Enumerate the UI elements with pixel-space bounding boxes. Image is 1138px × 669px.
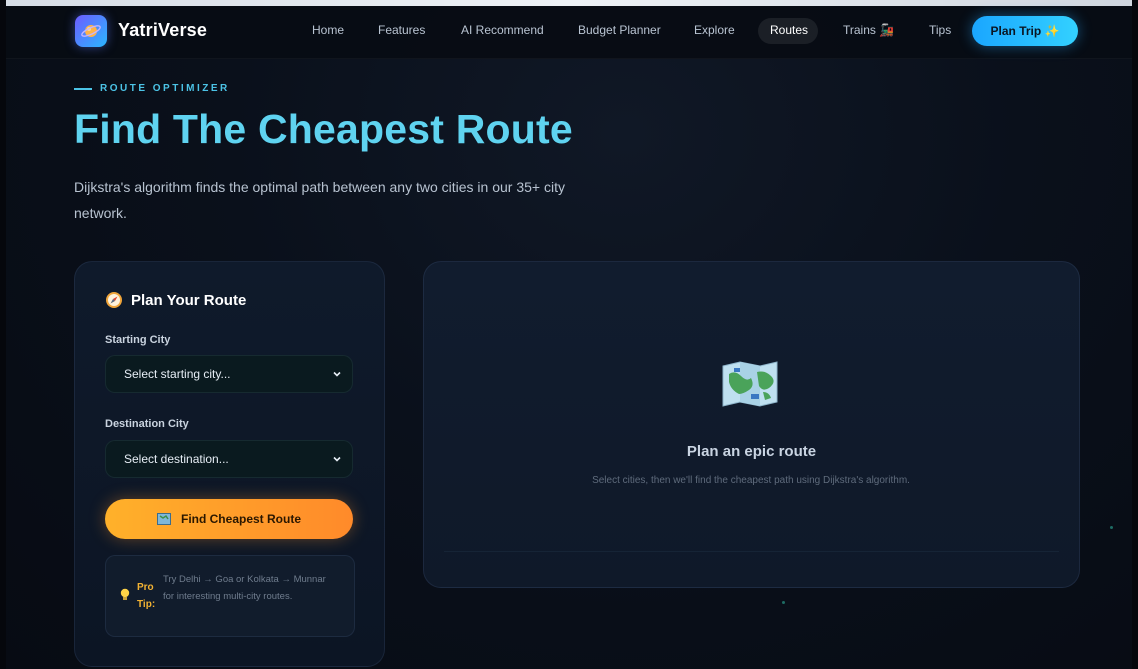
planner-title: Plan Your Route: [105, 291, 246, 309]
section-eyebrow: ROUTE OPTIMIZER: [74, 83, 230, 94]
map-icon: [156, 513, 171, 525]
pro-tip-text: Try Delhi → Goa or Kolkata → Munnar for …: [163, 574, 326, 602]
chevron-down-icon: [333, 456, 341, 462]
find-route-label: Find Cheapest Route: [180, 512, 301, 526]
app-frame: YatriVerse Home Features AI Recommend Bu…: [6, 0, 1132, 669]
nav-budget-planner[interactable]: Budget Planner: [578, 23, 661, 37]
destination-city-label: Destination City: [105, 418, 189, 430]
destination-city-value: Select destination...: [124, 452, 229, 466]
pro-tip-box: Pro Tip: Try Delhi → Goa or Kolkata → Mu…: [105, 555, 355, 637]
eyebrow-text: ROUTE OPTIMIZER: [100, 83, 230, 94]
decorative-dot: [782, 601, 785, 604]
planner-title-text: Plan Your Route: [131, 291, 247, 309]
nav-trains[interactable]: Trains 🚂: [843, 23, 894, 37]
compass-icon: [106, 292, 122, 308]
nav-features[interactable]: Features: [378, 23, 425, 37]
panel-divider: [444, 551, 1059, 552]
navbar: YatriVerse Home Features AI Recommend Bu…: [6, 6, 1132, 59]
nav-explore[interactable]: Explore: [694, 23, 735, 37]
eyebrow-dash: [74, 87, 92, 90]
decorative-dot: [1110, 526, 1113, 529]
nav-ai-recommend[interactable]: AI Recommend: [461, 23, 544, 37]
lightbulb-icon: [120, 588, 130, 600]
brand-name[interactable]: YatriVerse: [118, 20, 207, 41]
planet-logo-icon[interactable]: [75, 15, 107, 47]
page-description: Dijkstra's algorithm finds the optimal p…: [74, 179, 565, 221]
starting-city-select[interactable]: Select starting city...: [105, 355, 353, 393]
nav-home[interactable]: Home: [312, 23, 344, 37]
nav-tips[interactable]: Tips: [929, 23, 951, 37]
empty-state-title: Plan an epic route: [686, 443, 817, 460]
route-result-panel: Plan an epic route Select cities, then w…: [423, 261, 1080, 588]
empty-state-description: Select cities, then we'll find the cheap…: [592, 475, 910, 486]
world-map-icon: [722, 361, 778, 407]
starting-city-value: Select starting city...: [124, 367, 231, 381]
pro-tip-label: Pro Tip:: [137, 582, 156, 610]
find-cheapest-route-button[interactable]: Find Cheapest Route: [105, 499, 353, 539]
destination-city-select[interactable]: Select destination...: [105, 440, 353, 478]
plan-trip-button[interactable]: Plan Trip ✨: [972, 16, 1078, 46]
plan-trip-label: Plan Trip ✨: [990, 24, 1060, 38]
page-title: Find The Cheapest Route: [74, 106, 573, 152]
route-planner-card: Plan Your Route Starting City Select sta…: [74, 261, 385, 667]
chevron-down-icon: [333, 371, 341, 377]
starting-city-label: Starting City: [105, 334, 171, 346]
nav-routes[interactable]: Routes: [770, 23, 808, 37]
